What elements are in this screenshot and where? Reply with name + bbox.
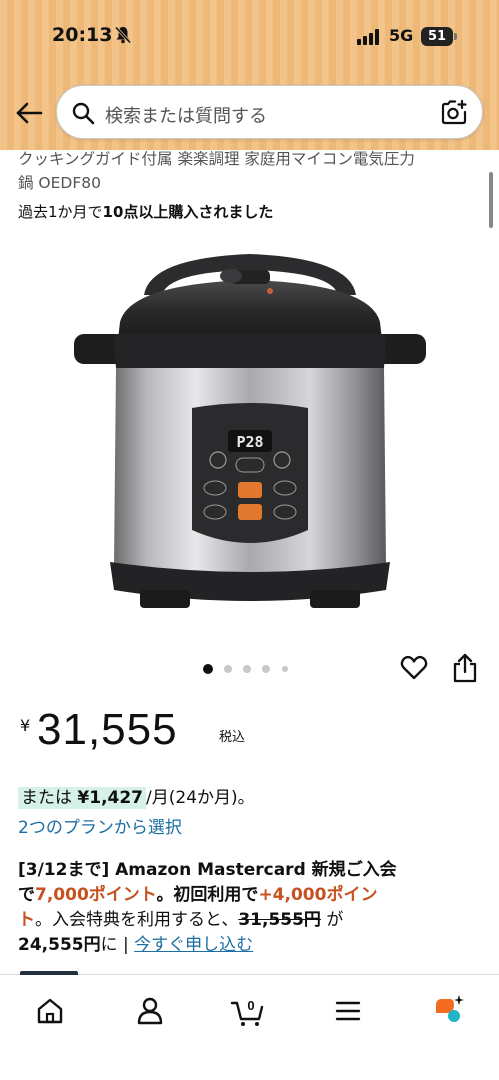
installment-highlight: または ¥1,427 [18,787,147,809]
menu-icon[interactable] [328,991,368,1031]
price-currency: ¥ [20,716,31,735]
home-icon[interactable] [30,991,70,1031]
installment-info: または ¥1,427/月(24か月)。 [18,783,255,809]
carousel-dot[interactable] [262,665,270,673]
signal-icon [357,29,381,45]
camera-search-icon[interactable] [440,99,468,127]
purchase-count-value: 10点以上購入されました [102,203,274,221]
carousel-dot-active[interactable] [203,664,213,674]
rufus-icon[interactable] [428,991,468,1031]
cart-icon[interactable]: 0 [228,991,268,1031]
installment-suffix: /月(24か月)。 [146,788,255,808]
product-title: クッキングガイド付属 楽楽調理 家庭用マイコン電気圧力 鍋 OEDF80 [18,147,478,195]
promo-bonus-points: ト [18,910,35,930]
back-arrow-icon[interactable] [14,98,44,128]
product-image[interactable]: P28 [70,240,430,620]
product-title-line: クッキングガイド付属 楽楽調理 家庭用マイコン電気圧力 [18,150,415,168]
plans-link[interactable]: 2つのプランから選択 [18,813,182,838]
promo-discount-price: 24,555円 [18,935,101,955]
promo-text-part: 。初回利用で [156,885,259,905]
bottom-nav: 0 [0,971,499,1080]
search-icon [72,102,95,125]
tax-label: 税込 [219,730,246,745]
image-carousel-dots[interactable] [203,664,303,674]
panel-display: P28 [236,433,263,451]
promo-text-part: が [320,910,344,930]
network-type: 5G [389,26,414,45]
purchase-count: 過去1か月で10点以上購入されました [18,201,273,222]
share-icon[interactable] [451,652,479,684]
carousel-dot[interactable] [282,666,288,672]
price-amount: 31,555 [37,705,178,754]
heart-icon[interactable] [400,654,428,682]
installment-prefix: または [21,788,72,808]
promo-bonus-points: +4,000ポイン [258,885,378,905]
promo-text-part: で [18,885,35,905]
promo-original-price: 31,555円 [238,910,321,930]
apply-now-link[interactable]: 今すぐ申し込む [134,935,253,955]
installment-amount: ¥1,427 [77,788,144,808]
product-title-line: 鍋 OEDF80 [18,174,101,192]
carousel-dot[interactable] [224,665,232,673]
promo-text-part: に | [100,935,135,955]
promo-heading: [3/12まで] Amazon Mastercard 新規ご入会 [18,860,397,880]
cart-count: 0 [247,998,254,1013]
purchase-count-prefix: 過去1か月で [18,203,103,221]
promo-text-part: 。入会特典を利用すると、 [35,910,239,930]
promo-points: 7,000ポイント [35,885,157,905]
status-bar: 20:13 5G 51 [0,0,499,75]
account-icon[interactable] [130,991,170,1031]
active-tab-indicator [20,971,78,975]
clock: 20:13 [52,24,113,46]
bell-muted-icon [115,26,131,44]
promo-text: [3/12まで] Amazon Mastercard 新規ご入会 で7,000ポ… [18,858,480,958]
scrollbar[interactable] [489,172,493,228]
search-bar[interactable]: 検索または質問する [56,85,483,139]
carousel-dot[interactable] [243,665,251,673]
header-bar: 20:13 5G 51 検索または質問する [0,0,499,150]
search-input[interactable]: 検索または質問する [105,102,267,128]
battery-icon: 51 [421,27,457,46]
